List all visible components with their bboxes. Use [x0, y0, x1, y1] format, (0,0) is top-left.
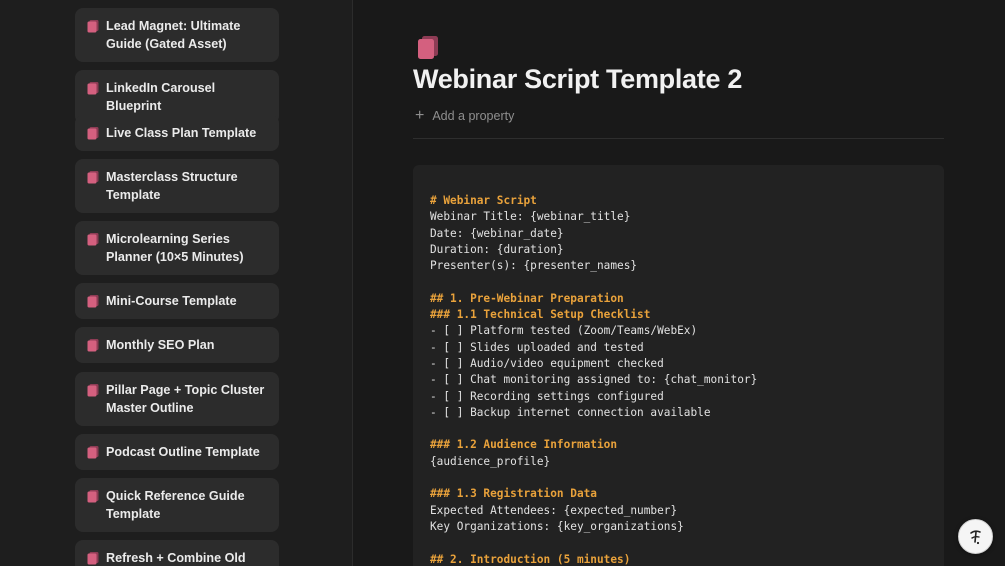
add-property-label: Add a property [432, 109, 515, 123]
code-line: ### 1.3 Registration Data [430, 487, 597, 501]
page-icon [87, 233, 99, 246]
code-line: - [ ] Audio/video equipment checked [430, 356, 664, 370]
gallery-card-label: Microlearning Series Planner (10×5 Minut… [106, 232, 244, 264]
gallery-card-label: Podcast Outline Template [106, 445, 260, 459]
gallery-card-label: Quick Reference Guide Template [106, 489, 245, 521]
page-icon [87, 384, 99, 397]
page-icon [87, 82, 99, 95]
gallery-card[interactable]: Refresh + Combine Old Posts [75, 540, 279, 566]
plus-icon: + [415, 107, 425, 124]
code-line: Date: {webinar_date} [430, 226, 564, 240]
page-icon [87, 490, 99, 503]
page-title[interactable]: Webinar Script Template 2 [413, 64, 742, 95]
code-line: - [ ] Platform tested (Zoom/Teams/WebEx) [430, 324, 698, 338]
page-icon [87, 446, 99, 459]
add-property-button[interactable]: + Add a property [415, 107, 514, 125]
gallery-card-label: Live Class Plan Template [106, 126, 257, 140]
gallery-card[interactable]: Masterclass Structure Template [75, 159, 279, 213]
code-line: Duration: {duration} [430, 242, 564, 256]
code-line: Webinar Title: {webinar_title} [430, 210, 631, 224]
code-block[interactable]: # Webinar Script Webinar Title: {webinar… [413, 165, 944, 566]
divider [413, 138, 944, 139]
code-line: - [ ] Chat monitoring assigned to: {chat… [430, 373, 758, 387]
page-icon [87, 552, 99, 565]
code-line: - [ ] Slides uploaded and tested [430, 340, 644, 354]
help-icon [969, 529, 981, 544]
gallery-card-label: Refresh + Combine Old Posts [106, 551, 246, 565]
gallery-card[interactable]: Mini-Course Template [75, 283, 279, 319]
gallery-card-label: Lead Magnet: Ultimate Guide (Gated Asset… [106, 19, 241, 51]
code-line: Presenter(s): {presenter_names} [430, 259, 638, 273]
gallery-card[interactable]: Quick Reference Guide Template [75, 478, 279, 532]
document-view: Webinar Script Template 2 + Add a proper… [353, 0, 1005, 566]
gallery-card[interactable]: Live Class Plan Template [75, 115, 279, 151]
page-icon [87, 171, 99, 184]
app-window: Lead Magnet: Ultimate Guide (Gated Asset… [0, 0, 1005, 566]
page-icon [87, 339, 99, 352]
gallery-card-label: Pillar Page + Topic Cluster Master Outli… [106, 383, 265, 415]
gallery-card[interactable]: Microlearning Series Planner (10×5 Minut… [75, 221, 279, 275]
gallery-card[interactable]: Lead Magnet: Ultimate Guide (Gated Asset… [75, 8, 279, 62]
page-icon[interactable] [415, 34, 441, 62]
code-line: ### 1.1 Technical Setup Checklist [430, 308, 651, 322]
code-line: Expected Attendees: {expected_number} [430, 503, 678, 517]
code-line: Key Organizations: {key_organizations} [430, 519, 684, 533]
gallery-card-label: LinkedIn Carousel Blueprint [106, 81, 216, 113]
gallery-card[interactable]: Pillar Page + Topic Cluster Master Outli… [75, 372, 279, 426]
code-line: {audience_profile} [430, 454, 551, 468]
code-line: ## 2. Introduction (5 minutes) [430, 552, 631, 566]
code-line: ### 1.2 Audience Information [430, 438, 618, 452]
page-icon [87, 295, 99, 308]
template-gallery: Lead Magnet: Ultimate Guide (Gated Asset… [0, 0, 353, 566]
code-line: ## 1. Pre-Webinar Preparation [430, 291, 624, 305]
gallery-card-label: Monthly SEO Plan [106, 338, 215, 352]
page-icon [87, 127, 99, 140]
gallery-card-label: Mini-Course Template [106, 294, 237, 308]
page-icon [87, 20, 99, 33]
gallery-card-label: Masterclass Structure Template [106, 170, 238, 202]
gallery-card[interactable]: Monthly SEO Plan [75, 327, 279, 363]
code-line: # Webinar Script [430, 194, 537, 207]
gallery-card[interactable]: Podcast Outline Template [75, 434, 279, 470]
code-line: - [ ] Recording settings configured [430, 389, 664, 403]
help-button[interactable] [958, 519, 993, 554]
code-line: - [ ] Backup internet connection availab… [430, 405, 711, 419]
